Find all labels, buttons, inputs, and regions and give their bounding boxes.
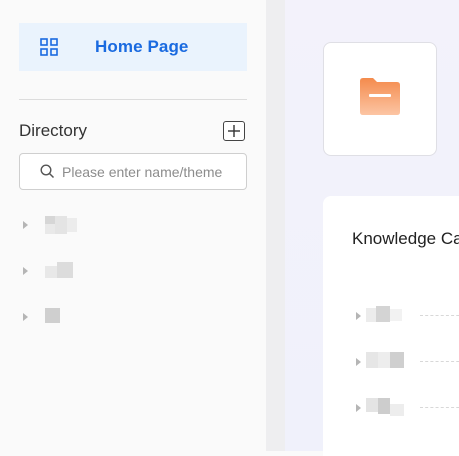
search-field[interactable] <box>19 153 247 190</box>
tree-item[interactable] <box>21 214 81 236</box>
caret-right-icon <box>23 313 28 321</box>
grid-icon <box>40 38 58 56</box>
list-item[interactable] <box>356 304 459 326</box>
divider <box>420 315 459 316</box>
divider <box>420 407 459 408</box>
blurred-label <box>45 260 77 287</box>
blurred-label <box>45 306 77 333</box>
blurred-label <box>366 304 404 331</box>
directory-title: Directory <box>19 121 88 140</box>
plus-icon <box>228 125 240 137</box>
tree-item[interactable] <box>21 260 81 282</box>
folder-icon <box>360 78 400 115</box>
list-item[interactable] <box>356 396 459 418</box>
search-icon <box>40 164 55 179</box>
knowledge-title: Knowledge Ca <box>352 229 459 248</box>
list-item[interactable] <box>356 350 459 372</box>
sidebar-item-label: Home Page <box>95 37 189 56</box>
caret-right-icon <box>356 358 361 366</box>
divider <box>420 361 459 362</box>
tree-item[interactable] <box>21 306 81 328</box>
caret-right-icon <box>23 221 28 229</box>
divider <box>19 99 247 100</box>
add-directory-button[interactable] <box>223 121 245 141</box>
caret-right-icon <box>356 404 361 412</box>
caret-right-icon <box>23 267 28 275</box>
sidebar: Home Page Directory <box>0 0 266 451</box>
blurred-label <box>366 396 406 423</box>
main-panel: Knowledge Ca <box>285 0 459 456</box>
caret-right-icon <box>356 312 361 320</box>
blurred-label <box>45 214 77 241</box>
sidebar-item-home[interactable]: Home Page <box>19 23 247 71</box>
panel-separator <box>266 0 285 451</box>
folder-card[interactable] <box>323 42 437 156</box>
knowledge-card: Knowledge Ca <box>323 196 459 456</box>
blurred-label <box>366 350 406 377</box>
search-input[interactable] <box>62 154 246 189</box>
